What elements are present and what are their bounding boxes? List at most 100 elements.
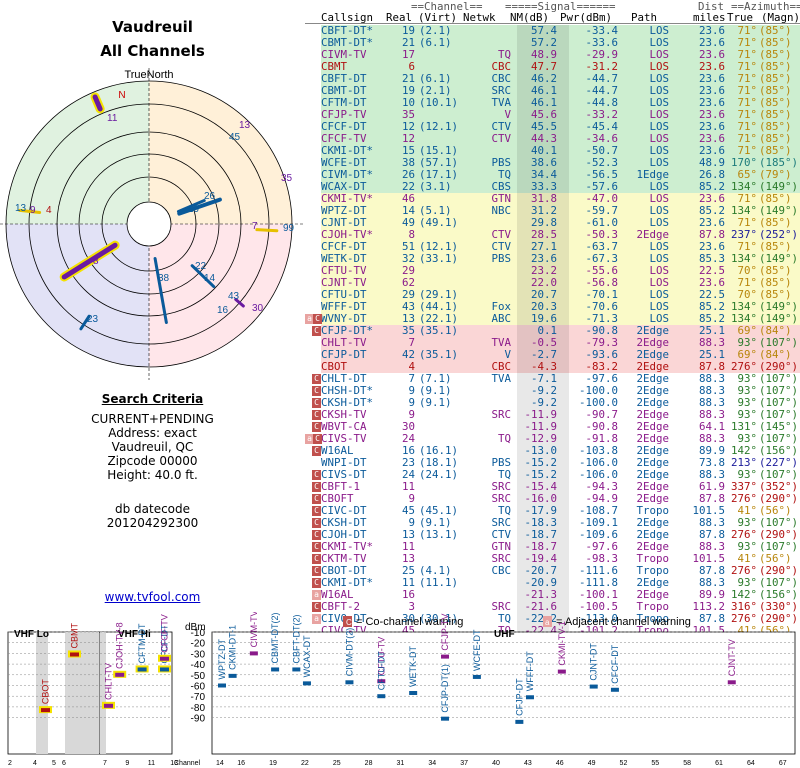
channel-tick: 64	[747, 760, 755, 767]
co-channel-warning-icon: C	[312, 410, 321, 420]
db-datecode-value: 201204292300	[106, 516, 199, 530]
table-row: CKTM-TV 13 SRC -19.4 -98.3 Tropo 101.5 41° (56°)	[321, 553, 800, 565]
table-row: CJOH-DT 13 (13.1) CTV -18.7 -109.6 2Edge 87.8 27…	[321, 529, 800, 541]
co-channel-warning-icon: C	[312, 542, 321, 552]
virtual-channel: (35.1)	[419, 324, 459, 337]
table-row: WNPI-DT 23 (18.1) PBS -15.2 -106.0 2Edge 73.8 21…	[321, 457, 800, 469]
adjacent-channel-legend-mark: a	[545, 618, 550, 627]
channel-tick: 46	[556, 760, 564, 767]
virtual-channel: (49.1)	[419, 216, 459, 229]
table-row: CKSH-DT* 9 (9.1) -9.2 -100.0 2Edge 88.3 93° (107…	[321, 397, 800, 409]
signal-marker	[160, 667, 169, 672]
criteria-line: Height: 40.0 ft.	[107, 468, 198, 482]
network: ABC	[491, 312, 511, 325]
marker-label: WPTZ-DT	[217, 639, 227, 680]
uhf-title: UHF	[494, 629, 515, 640]
table-row: CJNT-TV 62 22.0 -56.8 LOS 23.6 71° (85°)	[321, 277, 800, 289]
table-row: CFJP-DT 42 (35.1) V -2.7 -93.6 2Edge 25.1 69° (84…	[321, 349, 800, 361]
marker-label: CKMI-DT-1	[228, 625, 238, 670]
radar-channel-label: 11	[107, 113, 118, 124]
marker-label: CFCF-DT	[610, 644, 620, 683]
dbm-tick: -10	[191, 628, 206, 639]
virtual-channel: (24.1)	[419, 468, 459, 481]
channel-tick: 58	[683, 760, 691, 767]
table-row: CIVM-DT* 26 (17.1) TQ 34.4 -56.5 1Edge 26.8 65°(…	[321, 169, 800, 181]
table-row: WCFE-DT 38 (57.1) PBS 38.6 -52.3 LOS 48.9 170° (1…	[321, 157, 800, 169]
signal-marker	[115, 672, 125, 677]
signal-marker	[515, 719, 524, 724]
marker-label: CIVM-DT(2)	[344, 628, 354, 677]
radar-plot: TrueNorth N 1113453526199 4137 998 22143823…	[0, 68, 305, 380]
signal-marker	[345, 680, 354, 685]
channel-tick: 9	[125, 760, 129, 767]
marker-label: WCAX-DT	[302, 635, 312, 677]
channel-tick: 11	[148, 760, 155, 767]
table-row: CFCF-DT 12 (12.1) CTV 45.5 -45.4 LOS 23.6 71° (85…	[321, 121, 800, 133]
virtual-channel: (35.1)	[419, 348, 459, 361]
marker-label: WFFF-DT	[525, 651, 535, 691]
network: TVA	[491, 372, 511, 385]
dbm-tick: -70	[191, 692, 206, 703]
col-netwk: Netwk	[463, 11, 496, 24]
signal-marker	[377, 694, 386, 699]
tvfool-link[interactable]: www.tvfool.com	[0, 590, 305, 604]
co-channel-warning-icon: C	[312, 446, 321, 456]
location-title: Vaudreuil	[112, 18, 193, 36]
table-row: CKMI-TV* 46 GTN 31.8 -47.0 LOS 23.6 71° (85°)	[321, 193, 800, 205]
dbm-tick: -90	[191, 714, 206, 725]
marker-label: CIVM-TV	[249, 612, 259, 647]
co-channel-warning-icon: C	[312, 518, 321, 528]
co-channel-warning-icon: C	[312, 398, 321, 408]
col-callsign: Callsign	[321, 11, 374, 24]
marker-label: CBFT-DT(2)	[291, 614, 301, 663]
radar-channel-label: 23	[87, 314, 99, 325]
channel-tick: 5	[52, 760, 56, 767]
spectrum-chart: dBm-10-20-30-40-50-60-70-80-90VHF Lo VHF …	[7, 612, 796, 767]
radar-channel-label: 13	[15, 203, 27, 214]
marker-label: CFJP-DT	[514, 678, 524, 716]
table-row: CFCF-DT 51 (12.1) CTV 27.1 -63.7 LOS 23.6 71° (85…	[321, 241, 800, 253]
search-criteria-heading: Search Criteria	[101, 392, 204, 406]
channel-tick: 52	[620, 760, 628, 767]
col-true: True	[727, 11, 754, 24]
criteria-line: CURRENT+PENDING	[91, 412, 214, 426]
n-marker-label: N	[118, 90, 125, 101]
channel-tick: 19	[269, 760, 277, 767]
radar-channel-label: 13	[239, 120, 251, 131]
co-channel-warning-icon: C	[312, 470, 321, 480]
marker-label: WCFE-DT	[472, 629, 482, 671]
co-channel-warning-icon: C	[313, 434, 322, 444]
radar-channel-label: 19	[188, 204, 200, 215]
channel-tick: 34	[428, 760, 436, 767]
signal-marker	[292, 667, 301, 672]
col-pwr: Pwr(dBm)	[560, 11, 613, 24]
table-row: CBFT-DT* 19 (2.1) 57.4 -33.4 LOS 23.6 71° (85°)	[321, 25, 800, 37]
left-panel: Vaudreuil All Channels TrueNorth N 11 13 4…	[0, 0, 305, 612]
table-row: WBVT-CA 30 -11.9 -90.8 2Edge 64.1 131° (145°)	[321, 421, 800, 433]
table-row: W16AL 16 (16.1) -13.0 -103.8 2Edge 89.9 142° (15…	[321, 445, 800, 457]
table-row: CIVS-TV 24 TQ -12.9 -91.8 2Edge 88.3 93° (107°)	[321, 433, 800, 445]
dbm-tick: -80	[191, 703, 206, 714]
signal-marker	[557, 669, 566, 674]
table-row: WFFF-DT 43 (44.1) Fox 20.3 -70.6 LOS 85.2 134° (1…	[321, 301, 800, 313]
radar-channel-label: 14	[204, 273, 216, 284]
radar-channel-label: 43	[228, 291, 240, 302]
signal-marker	[160, 656, 169, 661]
network: NBC	[491, 204, 511, 217]
table-row: CFJP-DT* 35 (35.1) 0.1 -90.8 2Edge 25.1 69° (84°…	[321, 325, 800, 337]
channel-tick: 6	[62, 760, 66, 767]
table-row: WPTZ-DT 14 (5.1) NBC 31.2 -59.7 LOS 85.2 134° (14…	[321, 205, 800, 217]
marker-label: CFTM-DT	[137, 623, 147, 663]
table-row: CKSH-DT 9 (9.1) SRC -18.3 -109.1 2Edge 88.3 93°(…	[321, 517, 800, 529]
channel-tick: 49	[588, 760, 596, 767]
co-channel-warning-icon: C	[312, 494, 321, 504]
co-channel-warning-icon: C	[312, 422, 321, 432]
radar-channel-label: 16	[217, 305, 229, 316]
radar-channel-label: 35	[281, 173, 293, 184]
criteria-line: Address: exact	[108, 426, 197, 440]
radar-channel-label: 30	[252, 303, 264, 314]
marker-label: CBMT-DT(2)	[270, 612, 280, 663]
signal-marker	[441, 716, 450, 721]
channel-axis-title: Channel	[174, 760, 201, 767]
co-channel-warning-icon: C	[312, 482, 321, 492]
